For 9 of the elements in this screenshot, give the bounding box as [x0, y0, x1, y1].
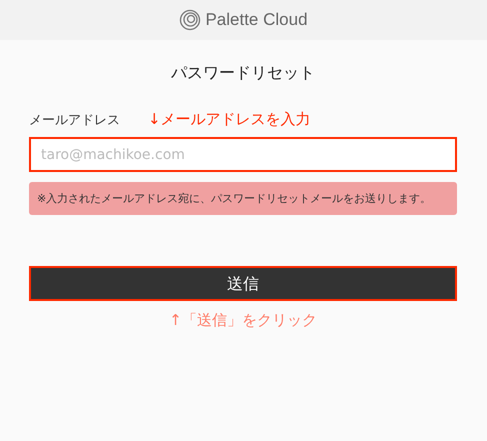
spiral-logo-icon [179, 9, 202, 31]
logo-text: Palette Cloud [205, 9, 308, 32]
info-note: ※入力されたメールアドレス宛に、パスワードリセットメールをお送りします。 [29, 182, 457, 215]
page-title: パスワードリセット [171, 62, 315, 84]
annotation-text: ↓メールアドレスを入力 [148, 108, 311, 130]
email-field[interactable]: taro@machikoe.com [29, 137, 457, 172]
submit-button[interactable]: 送信 [29, 266, 457, 301]
annotation-text: ↑「送信」をクリック [169, 310, 317, 331]
email-label: メールアドレス [29, 112, 121, 130]
